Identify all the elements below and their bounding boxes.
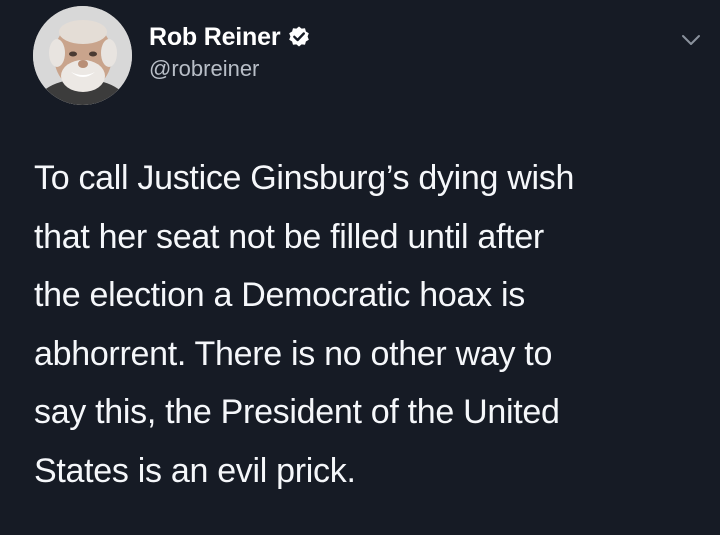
tweet-text-line: To call Justice Ginsburg’s dying wish <box>34 159 575 197</box>
display-name[interactable]: Rob Reiner <box>149 23 281 52</box>
tweet-text: To call Justice Ginsburg’s dying wish th… <box>34 149 704 501</box>
chevron-down-icon[interactable] <box>679 28 703 52</box>
tweet-text-line: the election a Democratic hoax is <box>34 276 525 315</box>
avatar[interactable] <box>33 6 132 105</box>
name-row: Rob Reiner <box>149 22 311 52</box>
tweet-text-line: abhorrent. There is no other way to <box>34 334 553 373</box>
tweet-text-line: say this, the President of the United <box>34 393 560 432</box>
tweet-text-line: States is an evil prick. <box>34 451 356 490</box>
author-block: Rob Reiner @robreiner <box>149 22 311 82</box>
tweet-card: Rob Reiner @robreiner To call Justice Gi… <box>0 0 720 535</box>
tweet-header: Rob Reiner @robreiner <box>33 6 703 106</box>
handle[interactable]: @robreiner <box>149 56 311 82</box>
tweet-text-line: that her seat not be filled until after <box>34 217 544 256</box>
verified-badge-icon <box>287 25 311 49</box>
avatar-image <box>33 6 132 105</box>
